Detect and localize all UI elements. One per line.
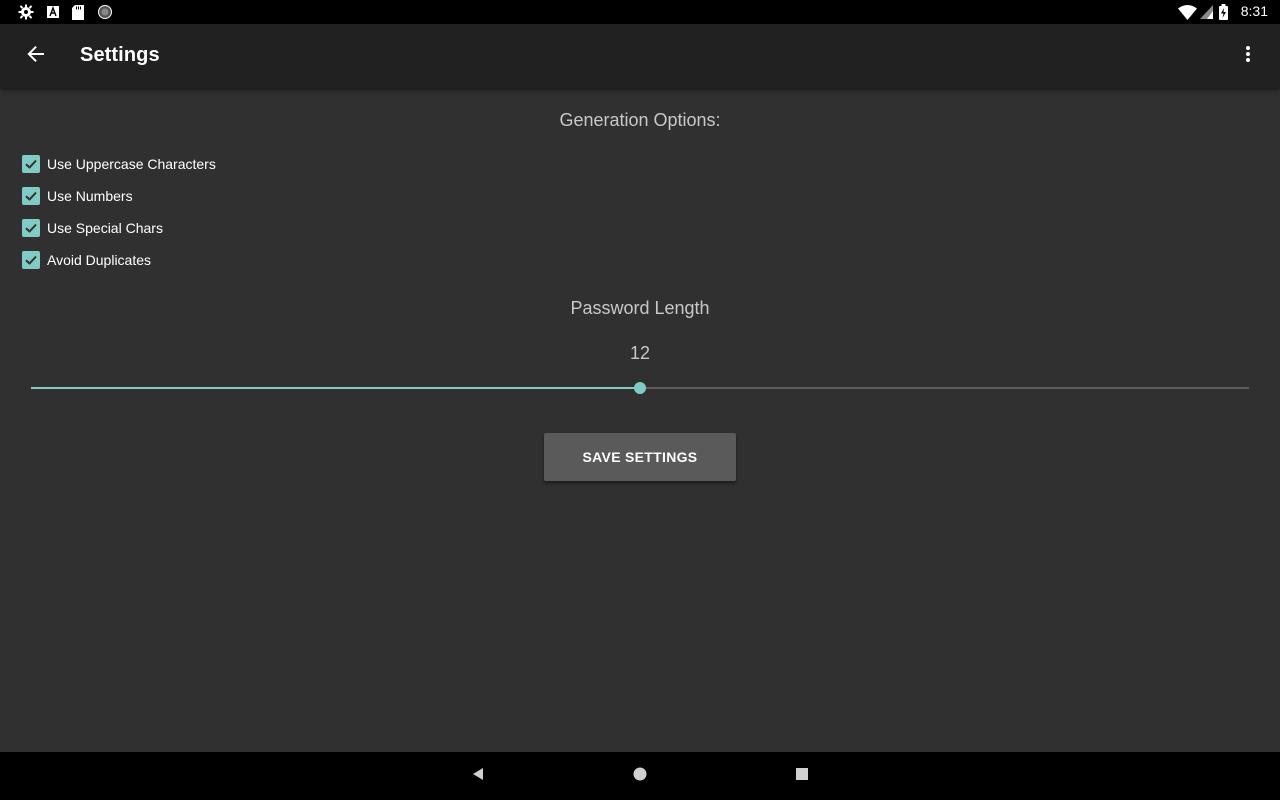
- cell-signal-icon: [1199, 4, 1213, 20]
- checkbox-special-chars[interactable]: Use Special Chars: [22, 216, 163, 240]
- sd-card-icon: [72, 4, 84, 20]
- status-time: 8:31: [1240, 3, 1268, 19]
- password-length-slider[interactable]: [31, 378, 1249, 398]
- slider-thumb[interactable]: [634, 382, 646, 394]
- password-length-value: 12: [629, 343, 651, 363]
- checkbox-label: Use Special Chars: [47, 220, 163, 236]
- checkbox-checked-icon[interactable]: [22, 219, 40, 237]
- checkbox-avoid-duplicates[interactable]: Avoid Duplicates: [22, 248, 151, 272]
- generation-options-title: Generation Options:: [559, 110, 721, 130]
- recents-square-icon: [796, 767, 808, 785]
- checkbox-checked-icon[interactable]: [22, 187, 40, 205]
- slider-fill: [31, 387, 640, 389]
- wifi-icon: [1177, 4, 1197, 20]
- page-title: Settings: [80, 44, 160, 66]
- checkbox-numbers[interactable]: Use Numbers: [22, 184, 133, 208]
- settings-icon: [18, 4, 34, 20]
- home-circle-icon: [633, 767, 647, 786]
- save-settings-button[interactable]: SAVE SETTINGS: [544, 433, 736, 481]
- overflow-menu-button[interactable]: [1224, 32, 1272, 80]
- screen: 8:31 Settings Generation Options: Use Up…: [0, 0, 1280, 800]
- checkbox-checked-icon[interactable]: [22, 251, 40, 269]
- navigation-bar: [0, 752, 1280, 800]
- settings-content: Generation Options: Use Uppercase Charac…: [0, 88, 1280, 752]
- checkbox-uppercase[interactable]: Use Uppercase Characters: [22, 152, 216, 176]
- back-button[interactable]: [12, 32, 60, 80]
- app-bar: Settings: [0, 24, 1280, 88]
- checkbox-checked-icon[interactable]: [22, 155, 40, 173]
- checkbox-label: Avoid Duplicates: [47, 252, 152, 268]
- checkbox-label: Use Numbers: [47, 188, 133, 204]
- nav-home-button[interactable]: [616, 752, 664, 800]
- battery-charging-icon: [1219, 4, 1228, 20]
- back-triangle-icon: [471, 767, 485, 786]
- nav-recents-button[interactable]: [778, 752, 826, 800]
- nav-back-button[interactable]: [454, 752, 502, 800]
- status-bar: 8:31: [0, 0, 1280, 24]
- arrow-back-icon: [27, 45, 45, 68]
- password-length-label: Password Length: [570, 298, 710, 318]
- circle-icon: [97, 4, 112, 20]
- more-vert-icon: [1245, 45, 1251, 68]
- checkbox-label: Use Uppercase Characters: [47, 156, 216, 172]
- font-icon: [47, 4, 59, 20]
